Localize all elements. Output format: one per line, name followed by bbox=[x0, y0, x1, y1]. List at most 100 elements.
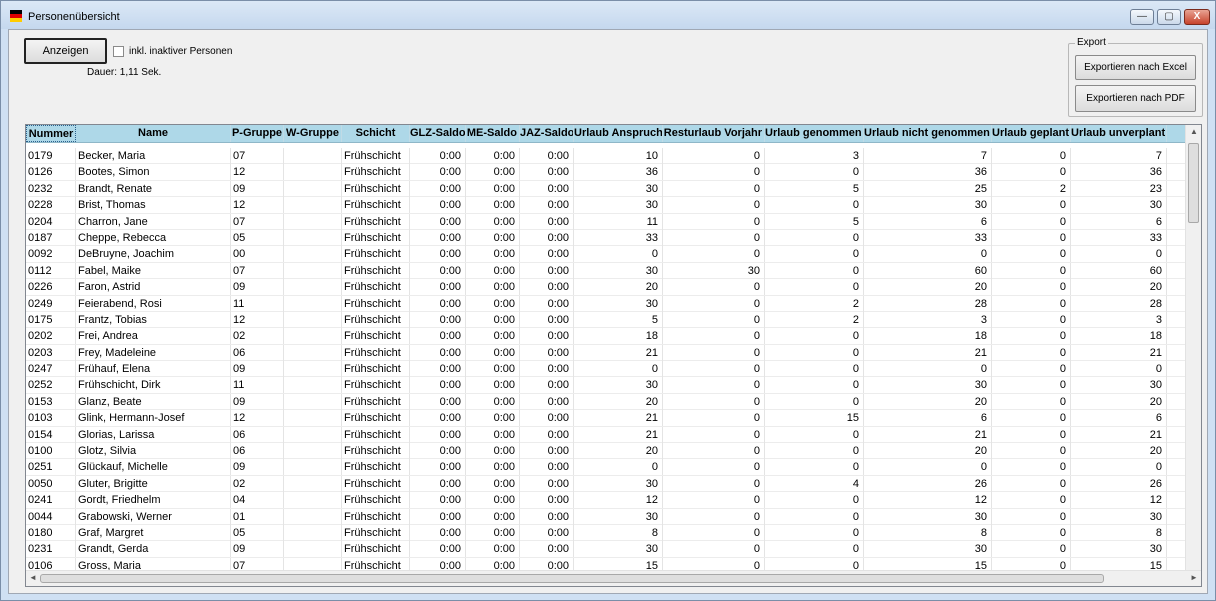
cell-w-gruppe[interactable] bbox=[284, 246, 342, 263]
cell-jaz-saldo[interactable]: 0:00 bbox=[520, 164, 574, 181]
cell-urlaub-geplant[interactable]: 0 bbox=[992, 246, 1071, 263]
cell-me-saldo[interactable]: 0:00 bbox=[466, 508, 520, 525]
horizontal-scroll-thumb[interactable] bbox=[40, 574, 1104, 583]
cell-urlaub-geplant[interactable]: 0 bbox=[992, 295, 1071, 312]
header-p-gruppe[interactable]: P-Gruppe bbox=[231, 125, 284, 142]
scroll-right-icon[interactable]: ► bbox=[1190, 573, 1198, 582]
cell-urlaub-nicht-genommen[interactable]: 12 bbox=[864, 492, 992, 509]
cell-jaz-saldo[interactable]: 0:00 bbox=[520, 492, 574, 509]
cell-jaz-saldo[interactable]: 0:00 bbox=[520, 279, 574, 296]
cell-glz-saldo[interactable]: 0:00 bbox=[410, 197, 466, 214]
cell-w-gruppe[interactable] bbox=[284, 508, 342, 525]
cell-w-gruppe[interactable] bbox=[284, 426, 342, 443]
cell-urlaub-unverplant[interactable]: 8 bbox=[1071, 524, 1167, 541]
cell-schicht[interactable]: Frühschicht bbox=[342, 279, 410, 296]
cell-urlaub-genommen[interactable]: 0 bbox=[765, 361, 864, 378]
vertical-scrollbar[interactable]: ▲ bbox=[1185, 125, 1201, 571]
cell-urlaub-anspruch[interactable]: 8 bbox=[574, 524, 663, 541]
cell-urlaub-geplant[interactable]: 0 bbox=[992, 279, 1071, 296]
cell-urlaub-genommen[interactable]: 5 bbox=[765, 180, 864, 197]
cell-jaz-saldo[interactable]: 0:00 bbox=[520, 410, 574, 427]
cell-urlaub-genommen[interactable]: 0 bbox=[765, 393, 864, 410]
cell-urlaub-genommen[interactable]: 0 bbox=[765, 524, 864, 541]
cell-p-gruppe[interactable]: 12 bbox=[231, 197, 284, 214]
cell-urlaub-genommen[interactable]: 0 bbox=[765, 262, 864, 279]
cell-me-saldo[interactable]: 0:00 bbox=[466, 246, 520, 263]
cell-jaz-saldo[interactable]: 0:00 bbox=[520, 213, 574, 230]
horizontal-scrollbar[interactable]: ◄ ► bbox=[26, 570, 1201, 586]
cell-urlaub-unverplant[interactable]: 23 bbox=[1071, 180, 1167, 197]
cell-urlaub-geplant[interactable]: 0 bbox=[992, 475, 1071, 492]
cell-urlaub-anspruch[interactable]: 30 bbox=[574, 262, 663, 279]
cell-jaz-saldo[interactable]: 0:00 bbox=[520, 377, 574, 394]
cell-urlaub-unverplant[interactable]: 0 bbox=[1071, 246, 1167, 263]
cell-w-gruppe[interactable] bbox=[284, 180, 342, 197]
cell-urlaub-anspruch[interactable]: 30 bbox=[574, 475, 663, 492]
cell-urlaub-nicht-genommen[interactable]: 0 bbox=[864, 361, 992, 378]
table-row[interactable]: 0154 Glorias, Larissa 06 Frühschicht 0:00 0:0… bbox=[26, 426, 1186, 444]
cell-nummer[interactable]: 0228 bbox=[26, 197, 76, 214]
cell-urlaub-nicht-genommen[interactable]: 0 bbox=[864, 246, 992, 263]
cell-nummer[interactable]: 0044 bbox=[26, 508, 76, 525]
cell-urlaub-genommen[interactable]: 0 bbox=[765, 328, 864, 345]
cell-urlaub-genommen[interactable]: 0 bbox=[765, 279, 864, 296]
cell-name[interactable]: Charron, Jane bbox=[76, 213, 231, 230]
cell-me-saldo[interactable]: 0:00 bbox=[466, 213, 520, 230]
cell-schicht[interactable]: Frühschicht bbox=[342, 197, 410, 214]
cell-urlaub-unverplant[interactable]: 21 bbox=[1071, 344, 1167, 361]
table-row[interactable]: 0249 Feierabend, Rosi 11 Frühschicht 0:00 0:0… bbox=[26, 295, 1186, 312]
cell-jaz-saldo[interactable]: 0:00 bbox=[520, 197, 574, 214]
cell-urlaub-geplant[interactable]: 0 bbox=[992, 164, 1071, 181]
cell-name[interactable]: Frey, Madeleine bbox=[76, 344, 231, 361]
cell-schicht[interactable]: Frühschicht bbox=[342, 148, 410, 164]
cell-schicht[interactable]: Frühschicht bbox=[342, 164, 410, 181]
cell-resturlaub-vorjahr[interactable]: 0 bbox=[663, 541, 765, 558]
cell-urlaub-genommen[interactable]: 0 bbox=[765, 246, 864, 263]
table-row[interactable]: 0247 Frühauf, Elena 09 Frühschicht 0:00 0:00 0… bbox=[26, 361, 1186, 378]
cell-urlaub-unverplant[interactable]: 30 bbox=[1071, 377, 1167, 394]
cell-jaz-saldo[interactable]: 0:00 bbox=[520, 295, 574, 312]
cell-schicht[interactable]: Frühschicht bbox=[342, 377, 410, 394]
cell-jaz-saldo[interactable]: 0:00 bbox=[520, 246, 574, 263]
cell-urlaub-unverplant[interactable]: 0 bbox=[1071, 459, 1167, 476]
cell-w-gruppe[interactable] bbox=[284, 393, 342, 410]
cell-nummer[interactable]: 0103 bbox=[26, 410, 76, 427]
cell-urlaub-geplant[interactable]: 0 bbox=[992, 328, 1071, 345]
cell-glz-saldo[interactable]: 0:00 bbox=[410, 295, 466, 312]
cell-name[interactable]: Frei, Andrea bbox=[76, 328, 231, 345]
cell-glz-saldo[interactable]: 0:00 bbox=[410, 475, 466, 492]
cell-urlaub-anspruch[interactable]: 0 bbox=[574, 246, 663, 263]
cell-urlaub-anspruch[interactable]: 21 bbox=[574, 344, 663, 361]
cell-urlaub-geplant[interactable]: 0 bbox=[992, 524, 1071, 541]
cell-w-gruppe[interactable] bbox=[284, 229, 342, 246]
cell-resturlaub-vorjahr[interactable]: 0 bbox=[663, 148, 765, 164]
header-schicht[interactable]: Schicht bbox=[342, 125, 410, 142]
cell-p-gruppe[interactable]: 04 bbox=[231, 492, 284, 509]
cell-urlaub-nicht-genommen[interactable]: 26 bbox=[864, 475, 992, 492]
cell-glz-saldo[interactable]: 0:00 bbox=[410, 279, 466, 296]
export-pdf-button[interactable]: Exportieren nach PDF bbox=[1075, 85, 1196, 112]
cell-urlaub-anspruch[interactable]: 30 bbox=[574, 541, 663, 558]
cell-schicht[interactable]: Frühschicht bbox=[342, 295, 410, 312]
cell-me-saldo[interactable]: 0:00 bbox=[466, 164, 520, 181]
cell-p-gruppe[interactable]: 09 bbox=[231, 279, 284, 296]
cell-urlaub-genommen[interactable]: 0 bbox=[765, 197, 864, 214]
cell-w-gruppe[interactable] bbox=[284, 344, 342, 361]
cell-urlaub-genommen[interactable]: 0 bbox=[765, 492, 864, 509]
cell-urlaub-nicht-genommen[interactable]: 20 bbox=[864, 443, 992, 460]
cell-urlaub-unverplant[interactable]: 18 bbox=[1071, 328, 1167, 345]
cell-resturlaub-vorjahr[interactable]: 0 bbox=[663, 164, 765, 181]
cell-w-gruppe[interactable] bbox=[284, 213, 342, 230]
cell-urlaub-genommen[interactable]: 3 bbox=[765, 148, 864, 164]
cell-me-saldo[interactable]: 0:00 bbox=[466, 377, 520, 394]
cell-urlaub-geplant[interactable]: 0 bbox=[992, 361, 1071, 378]
cell-urlaub-genommen[interactable]: 0 bbox=[765, 508, 864, 525]
cell-urlaub-genommen[interactable]: 2 bbox=[765, 311, 864, 328]
header-resturlaub-vorjahr[interactable]: Resturlaub Vorjahr bbox=[663, 125, 765, 142]
minimize-button[interactable]: — bbox=[1130, 9, 1154, 25]
cell-p-gruppe[interactable]: 09 bbox=[231, 541, 284, 558]
cell-urlaub-geplant[interactable]: 0 bbox=[992, 213, 1071, 230]
cell-schicht[interactable]: Frühschicht bbox=[342, 344, 410, 361]
cell-p-gruppe[interactable]: 11 bbox=[231, 295, 284, 312]
cell-resturlaub-vorjahr[interactable]: 0 bbox=[663, 393, 765, 410]
